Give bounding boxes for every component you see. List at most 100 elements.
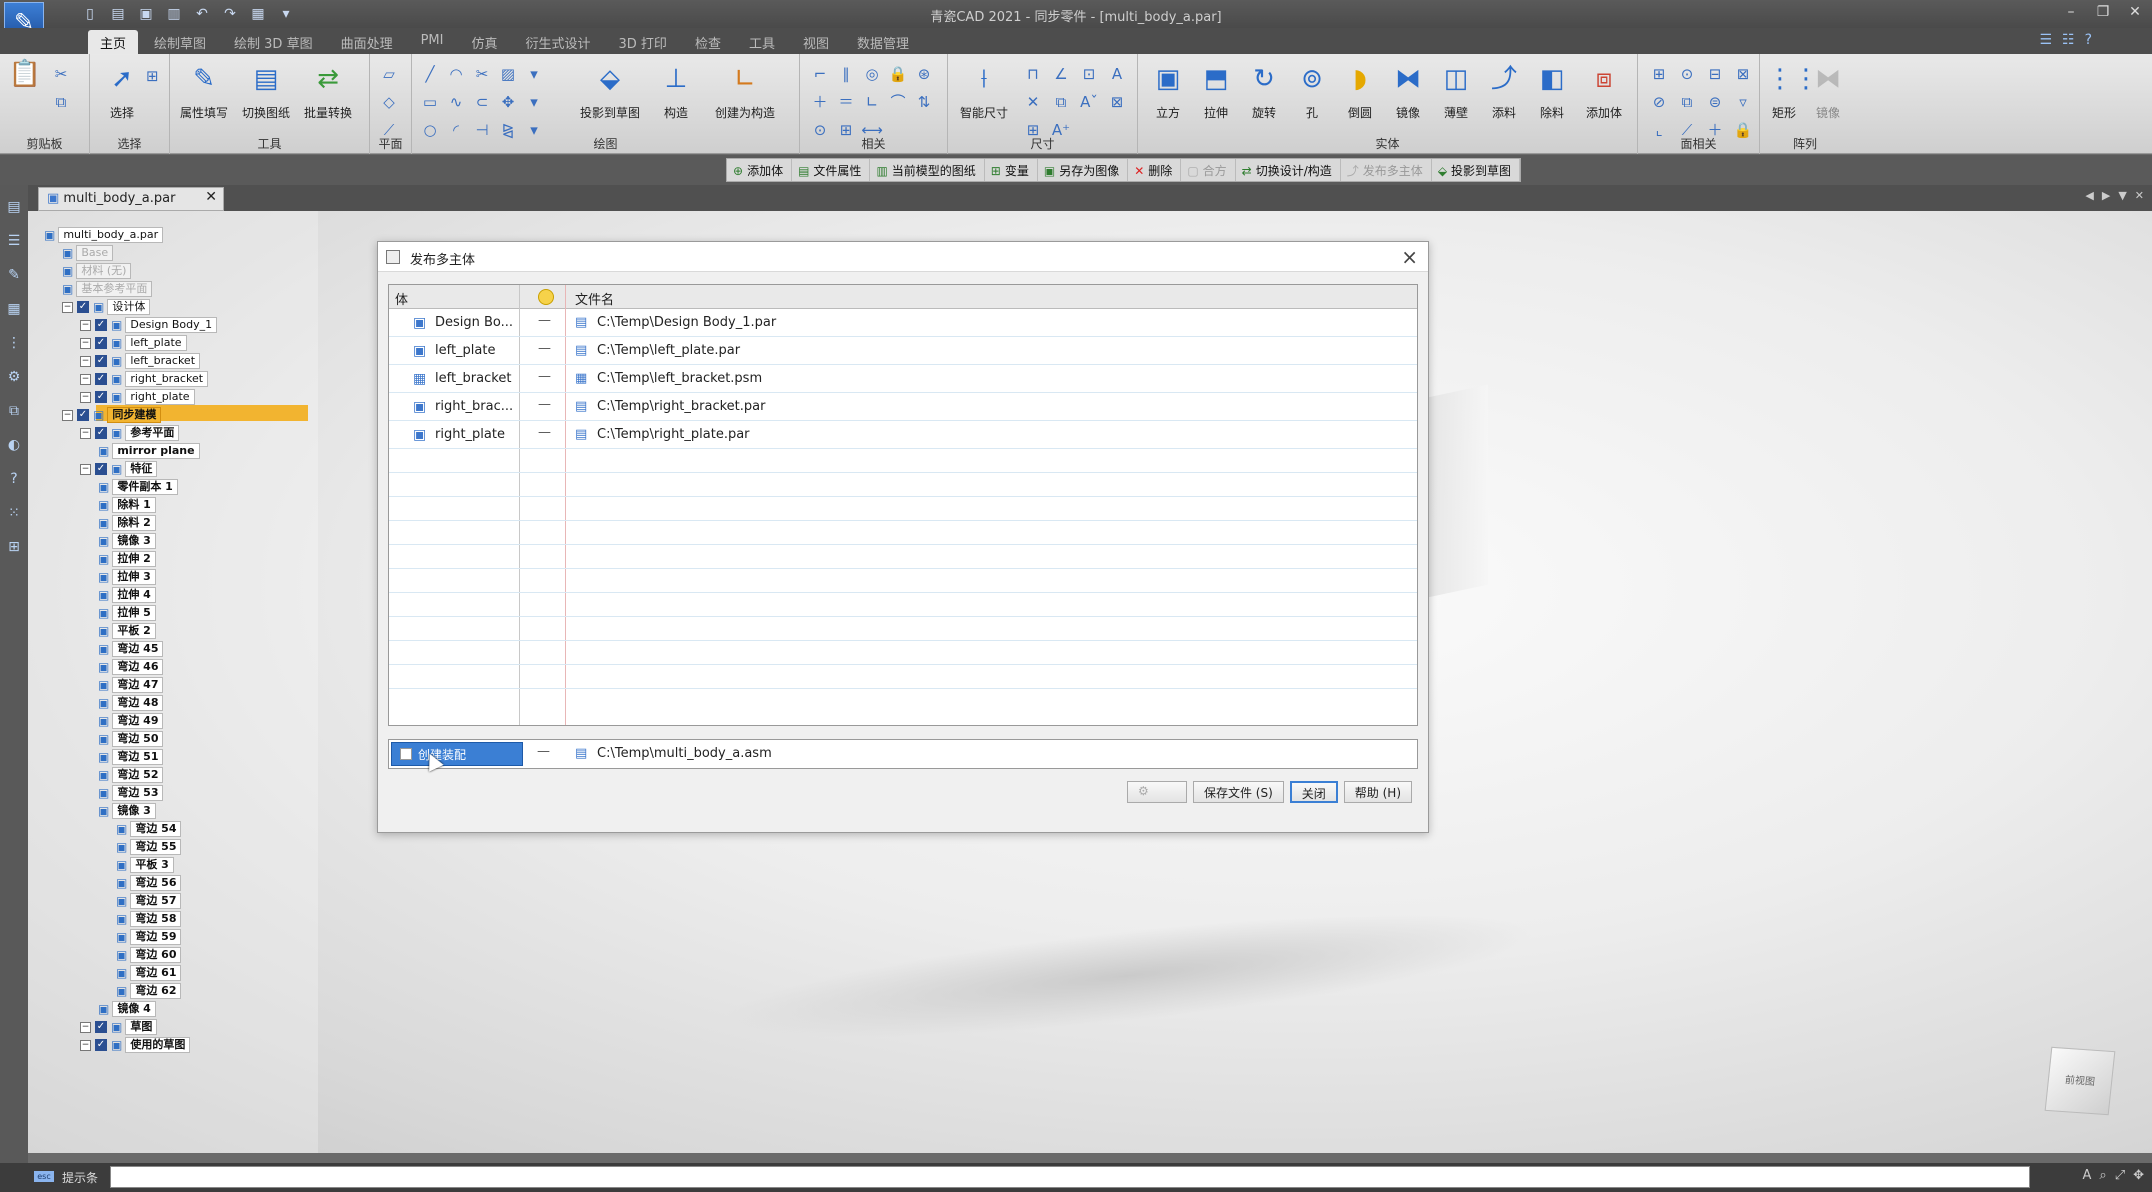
face-copy-icon[interactable]: ⧉ [1674, 90, 1700, 116]
restore-icon[interactable]: ❐ [2094, 4, 2112, 20]
box-button[interactable]: ▣ 立方 [1144, 62, 1192, 121]
smart-dimension-button[interactable]: ⟊ 智能尺寸 [954, 62, 1014, 121]
equal-icon[interactable]: ＝ [834, 90, 858, 116]
close-icon[interactable]: × [1401, 245, 1418, 269]
expand-toggle-icon[interactable]: − [80, 373, 91, 385]
cmd-file-properties[interactable]: ▤ 文件属性 [792, 159, 871, 181]
expand-toggle-icon[interactable]: − [80, 1021, 91, 1033]
help-book-icon[interactable]: ? [2, 467, 26, 491]
document-tab[interactable]: ▣ multi_body_a.par ✕ [38, 187, 224, 211]
concentric-icon[interactable]: ◎ [860, 62, 884, 88]
visibility-checkbox[interactable]: ✓ [95, 1021, 107, 1033]
checkbox-box[interactable] [400, 748, 412, 760]
mirror-pattern-button[interactable]: ⧓ 镜像 [1804, 62, 1852, 121]
cut-material-button[interactable]: ◧ 除料 [1528, 62, 1576, 121]
pen-tool-icon[interactable]: ✎ [2, 263, 26, 287]
assembly-path[interactable]: C:\Temp\multi_body_a.asm [597, 746, 772, 761]
visibility-checkbox[interactable]: ✓ [95, 373, 107, 385]
face-align-icon[interactable]: ⊜ [1702, 90, 1728, 116]
tab-view[interactable]: 视图 [791, 30, 841, 54]
text-icon[interactable]: A [1104, 62, 1130, 88]
more-icon[interactable]: ▾ [522, 90, 546, 116]
expand-toggle-icon[interactable]: − [62, 409, 73, 421]
rectangular-pattern-button[interactable]: ⋮⋮ 矩形 [1760, 62, 1819, 121]
pan-icon[interactable]: ✥ [2133, 1168, 2144, 1183]
cmd-variables[interactable]: ⊞ 变量 [985, 159, 1038, 181]
batch-convert-button[interactable]: ⇄ 批量转换 [304, 62, 352, 121]
face-rotate-icon[interactable]: ⊙ [1674, 62, 1700, 88]
layout-icon[interactable]: ☰ [2039, 32, 2052, 48]
pathfinder-icon[interactable]: ▤ [2, 195, 26, 219]
tab-surfacing[interactable]: 曲面处理 [329, 30, 405, 54]
expand-toggle-icon[interactable]: − [80, 355, 91, 367]
visibility-checkbox[interactable]: ✓ [95, 463, 107, 475]
expand-toggle-icon[interactable]: − [80, 391, 91, 403]
project-to-sketch-button[interactable]: ⬙ 投影到草图 [580, 62, 640, 121]
zoom-icon[interactable]: ⌕ [2099, 1168, 2106, 1183]
prompt-input[interactable] [110, 1166, 2030, 1188]
face-replace-icon[interactable]: ⊠ [1730, 62, 1756, 88]
visibility-checkbox[interactable]: ✓ [95, 1039, 107, 1051]
angle-icon[interactable]: ∠ [1048, 62, 1074, 88]
dots-icon[interactable]: ⁙ [2, 501, 26, 525]
face-relate-icon[interactable]: ▿ [1730, 90, 1756, 116]
plane-icon[interactable]: ▱ [374, 62, 404, 88]
expand-toggle-icon[interactable]: − [80, 319, 91, 331]
table-row[interactable]: ▣ Design Bo... — ▤ C:\Temp\Design Body_1… [389, 309, 1417, 337]
construct-button[interactable]: ⊥ 构造 [652, 62, 700, 121]
close-icon[interactable]: ✕ [2126, 4, 2144, 20]
expand-toggle-icon[interactable]: − [80, 427, 91, 439]
visibility-checkbox[interactable]: ✓ [95, 319, 107, 331]
table-icon[interactable]: ⊞ [2, 535, 26, 559]
cut-icon[interactable]: ✂ [44, 62, 78, 88]
face-delete-icon[interactable]: ⊘ [1646, 90, 1672, 116]
tab-inspect[interactable]: 检查 [683, 30, 733, 54]
lock-icon[interactable]: 🔒 [886, 62, 910, 88]
face-move-icon[interactable]: ⊞ [1646, 62, 1672, 88]
feature-library-icon[interactable]: ⋮ [2, 331, 26, 355]
tab-pmi[interactable]: PMI [409, 30, 456, 54]
cmd-save-as-image[interactable]: ▣ 另存为图像 [1038, 159, 1129, 181]
cmd-combine[interactable]: ▢ 合方 [1181, 159, 1236, 181]
tab-sketch[interactable]: 绘制草图 [142, 30, 218, 54]
chain-dim-icon[interactable]: ⧉ [1048, 90, 1074, 116]
tangent-icon[interactable]: ⌒ [886, 90, 910, 116]
scroll-right-icon[interactable]: ▶ [2102, 189, 2110, 202]
visibility-checkbox[interactable]: ✓ [95, 427, 107, 439]
table-row[interactable]: ▣ right_plate — ▤ C:\Temp\right_plate.pa… [389, 421, 1417, 449]
help-icon[interactable]: ? [2085, 32, 2092, 48]
symmetric-icon[interactable]: ⇅ [912, 90, 936, 116]
fill-icon[interactable]: ▨ [496, 62, 520, 88]
options-button[interactable]: ⚙ [1126, 781, 1187, 803]
tab-tools[interactable]: 工具 [737, 30, 787, 54]
settings-icon[interactable]: ☷ [2062, 32, 2075, 48]
view-cube[interactable]: 前视图 [2044, 1046, 2116, 1116]
line-icon[interactable]: ╱ [418, 62, 442, 88]
expand-toggle-icon[interactable]: − [80, 337, 91, 349]
graph-icon[interactable]: ⧉ [2, 399, 26, 423]
chevron-down-icon[interactable]: ▼ [2118, 189, 2126, 202]
style-icon[interactable]: Aˇ [1076, 90, 1102, 116]
move-icon[interactable]: ✥ [496, 90, 520, 116]
revolve-button[interactable]: ↻ 旋转 [1240, 62, 1288, 121]
rectangle-icon[interactable]: ▭ [418, 90, 442, 116]
plane-offset-icon[interactable]: ◇ [374, 90, 404, 116]
curve-icon[interactable]: ∿ [444, 90, 468, 116]
expand-toggle-icon[interactable]: − [62, 301, 73, 313]
column-header-filename[interactable]: 文件名 [575, 289, 614, 308]
select-button[interactable]: ➚ 选择 [98, 62, 146, 121]
visibility-checkbox[interactable]: ✓ [95, 337, 107, 349]
tab-3d-sketch[interactable]: 绘制 3D 草图 [222, 30, 325, 54]
cmd-delete[interactable]: ✕ 删除 [1128, 159, 1182, 181]
tab-3d-print[interactable]: 3D 打印 [607, 30, 679, 54]
create-as-construction-button[interactable]: ∟ 创建为构造 [710, 62, 780, 121]
table-row[interactable]: ▦ left_bracket — ▦ C:\Temp\left_bracket.… [389, 365, 1417, 393]
table-row[interactable]: ▣ left_plate — ▤ C:\Temp\left_plate.par [389, 337, 1417, 365]
scroll-left-icon[interactable]: ◀ [2085, 189, 2093, 202]
cmd-model-drawings[interactable]: ▥ 当前模型的图纸 [870, 159, 985, 181]
save-files-button[interactable]: 保存文件 (S) [1192, 781, 1284, 803]
tab-home[interactable]: 主页 [88, 30, 139, 54]
color-icon[interactable]: ◐ [2, 433, 26, 457]
round-button[interactable]: ◗ 倒圆 [1336, 62, 1384, 121]
paste-icon[interactable]: 📋 [8, 61, 42, 116]
